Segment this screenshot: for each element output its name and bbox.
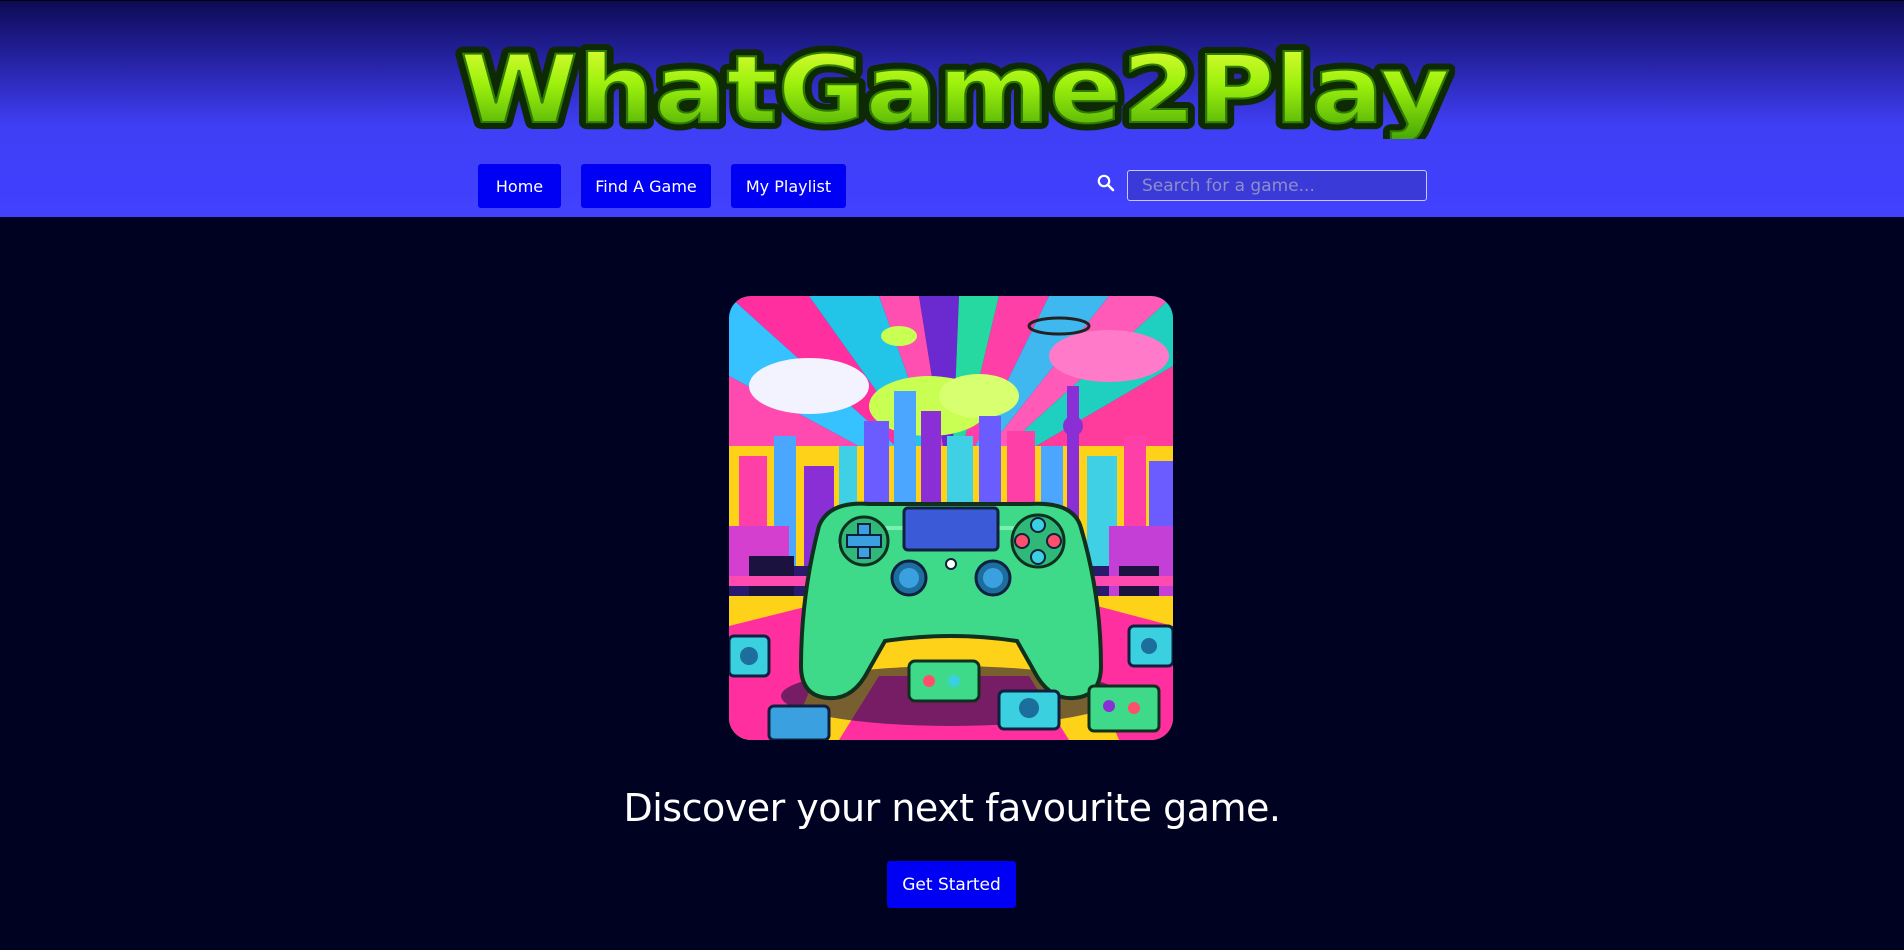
nav-find-a-game-button[interactable]: Find A Game <box>581 164 711 208</box>
get-started-button[interactable]: Get Started <box>887 861 1016 908</box>
nav-home-button[interactable]: Home <box>478 164 561 208</box>
nav-my-playlist-button[interactable]: My Playlist <box>731 164 846 208</box>
game-controller-illustration <box>729 296 1173 740</box>
logo-wordmark: WhatGame2Play WhatGame2Play <box>455 34 1455 139</box>
svg-text:WhatGame2Play: WhatGame2Play <box>460 36 1450 139</box>
hero-tagline: Discover your next favourite game. <box>623 786 1281 830</box>
site-logo[interactable]: WhatGame2Play WhatGame2Play <box>455 34 1455 139</box>
search-icon[interactable] <box>1096 173 1116 193</box>
search-input[interactable] <box>1127 170 1427 201</box>
site-header: WhatGame2Play WhatGame2Play Home Find A … <box>0 0 1904 217</box>
hero-image <box>729 296 1173 740</box>
